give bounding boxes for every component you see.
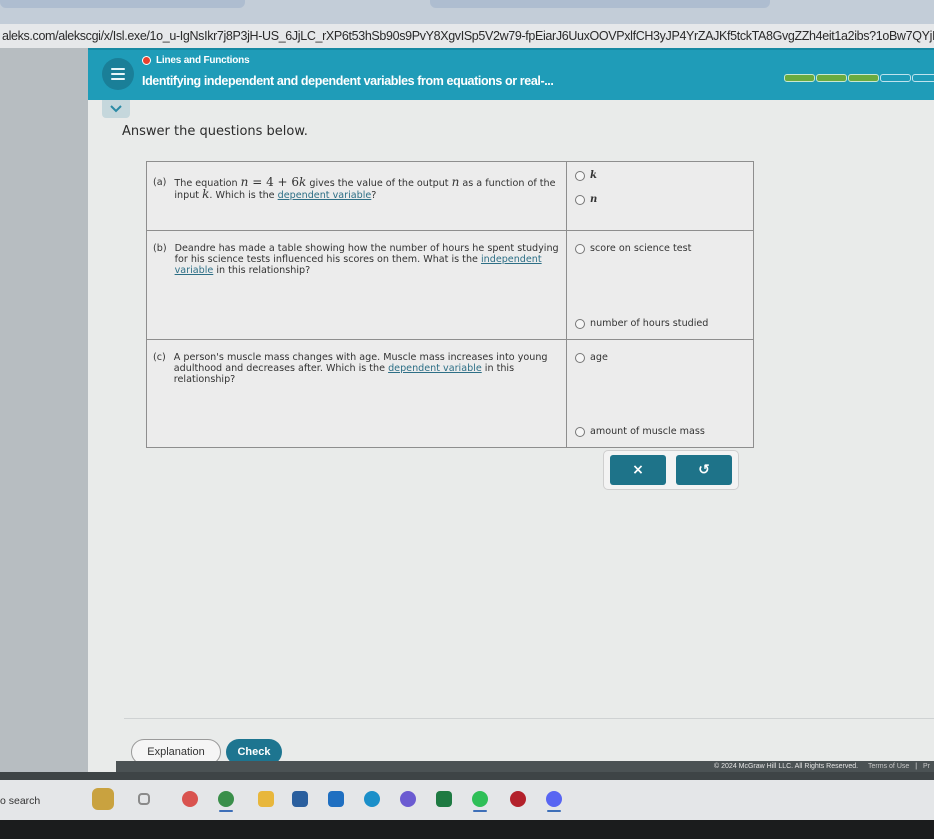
option-label: number of hours studied xyxy=(590,318,709,329)
file-explorer-icon[interactable] xyxy=(258,791,274,807)
undo-button[interactable]: ↺ xyxy=(676,455,732,485)
menu-button[interactable] xyxy=(102,58,134,90)
text: ? xyxy=(371,190,377,201)
progress-segment xyxy=(816,74,847,82)
privacy-link[interactable]: Pr xyxy=(923,763,930,770)
topic-row: Lines and Functions xyxy=(142,55,250,66)
screen-bezel xyxy=(0,772,934,780)
clear-button[interactable]: × xyxy=(610,455,666,485)
radio-button[interactable] xyxy=(575,194,585,205)
hamburger-icon-line xyxy=(111,73,125,75)
app-red-icon[interactable] xyxy=(510,791,526,807)
hamburger-icon-line xyxy=(111,68,125,70)
browser-tab[interactable] xyxy=(430,0,770,8)
math-op: + xyxy=(273,175,292,189)
question-row: (c) A person's muscle mass changes with … xyxy=(146,339,754,448)
widgets-icon[interactable] xyxy=(92,788,114,810)
topic-status-dot-icon xyxy=(142,56,151,65)
browser-tab-strip xyxy=(0,0,934,24)
topic-label: Lines and Functions xyxy=(156,55,250,66)
progress-segment xyxy=(784,74,815,82)
microsoft-store-icon[interactable] xyxy=(292,791,308,807)
chrome-icon[interactable] xyxy=(218,791,234,807)
answer-option[interactable]: number of hours studied xyxy=(575,318,708,329)
question-cell: (c) A person's muscle mass changes with … xyxy=(146,339,567,448)
monitor-bezel xyxy=(0,820,934,839)
answer-option[interactable]: n xyxy=(575,194,749,205)
hamburger-icon-line xyxy=(111,78,125,80)
terms-link[interactable]: Terms of Use xyxy=(868,763,909,770)
progress-segment xyxy=(848,74,879,82)
answer-cell: age amount of muscle mass xyxy=(566,339,754,448)
windows-taskbar: o search xyxy=(0,780,934,820)
question-letter: (a) xyxy=(153,177,167,188)
progress-segment xyxy=(912,74,934,82)
radio-button[interactable] xyxy=(575,318,585,329)
text: . Which is the xyxy=(209,190,278,201)
radio-button[interactable] xyxy=(575,426,585,437)
radio-button[interactable] xyxy=(575,352,585,363)
question-text: A person's muscle mass changes with age.… xyxy=(174,352,562,385)
math-num: 6 xyxy=(291,175,300,189)
running-indicator xyxy=(473,810,487,812)
running-indicator xyxy=(219,810,233,812)
math-op: = xyxy=(248,175,267,189)
question-cell: (a) The equation n = 4 + 6k gives the va… xyxy=(146,161,567,231)
divider xyxy=(124,718,934,719)
question-text: Deandre has made a table showing how the… xyxy=(175,243,562,276)
copilot-icon[interactable] xyxy=(182,791,198,807)
edge-icon[interactable] xyxy=(364,791,380,807)
answer-option[interactable]: amount of muscle mass xyxy=(575,426,705,437)
progress-bar xyxy=(784,74,934,82)
question-row: (b) Deandre has made a table showing how… xyxy=(146,230,754,340)
aleks-header: Lines and Functions Identifying independ… xyxy=(88,48,934,100)
progress-segment xyxy=(880,74,911,82)
answer-option[interactable]: score on science test xyxy=(575,243,749,254)
answer-option[interactable]: age xyxy=(575,352,749,363)
option-label: n xyxy=(590,194,598,205)
task-view-icon[interactable] xyxy=(138,793,150,805)
option-label: score on science test xyxy=(590,243,692,254)
answer-cell: score on science test number of hours st… xyxy=(566,230,754,340)
question-text: The equation n = 4 + 6k gives the value … xyxy=(174,175,562,201)
option-label: amount of muscle mass xyxy=(590,426,705,437)
text: in this relationship? xyxy=(213,265,311,276)
page-margin xyxy=(0,48,88,772)
page-title: Identifying independent and dependent va… xyxy=(142,74,554,88)
app-purple-icon[interactable] xyxy=(400,791,416,807)
running-indicator xyxy=(547,810,561,812)
chevron-down-icon xyxy=(110,105,122,113)
copyright: © 2024 McGraw Hill LLC. All Rights Reser… xyxy=(714,763,859,770)
discord-icon[interactable] xyxy=(546,791,562,807)
instructions: Answer the questions below. xyxy=(122,124,308,139)
content-panel: Answer the questions below. (a) The equa… xyxy=(88,100,934,788)
text: gives the value of the output xyxy=(306,178,452,189)
outlook-icon[interactable] xyxy=(328,791,344,807)
address-bar[interactable]: aleks.com/alekscgi/x/Isl.exe/1o_u-IgNsIk… xyxy=(0,24,934,48)
radio-button[interactable] xyxy=(575,170,585,181)
question-letter: (b) xyxy=(153,243,167,254)
excel-icon[interactable] xyxy=(436,791,452,807)
separator: | xyxy=(915,763,918,770)
taskbar-search[interactable]: o search xyxy=(0,790,82,812)
glossary-link[interactable]: dependent variable xyxy=(388,363,482,374)
question-cell: (b) Deandre has made a table showing how… xyxy=(146,230,567,340)
glossary-link[interactable]: dependent variable xyxy=(278,190,372,201)
option-label: age xyxy=(590,352,608,363)
radio-button[interactable] xyxy=(575,243,585,254)
undo-icon: ↺ xyxy=(698,462,710,478)
math-num: 4 xyxy=(266,175,274,189)
answer-actions: × ↺ xyxy=(603,450,739,490)
browser-tab[interactable] xyxy=(0,0,245,8)
collapse-button[interactable] xyxy=(102,100,130,118)
question-row: (a) The equation n = 4 + 6k gives the va… xyxy=(146,161,754,231)
answer-option[interactable]: k xyxy=(575,170,749,181)
spotify-icon[interactable] xyxy=(472,791,488,807)
answer-cell: k n xyxy=(566,161,754,231)
question-table: (a) The equation n = 4 + 6k gives the va… xyxy=(146,161,754,448)
option-label: k xyxy=(590,170,597,181)
question-letter: (c) xyxy=(153,352,166,363)
close-icon: × xyxy=(632,462,644,478)
